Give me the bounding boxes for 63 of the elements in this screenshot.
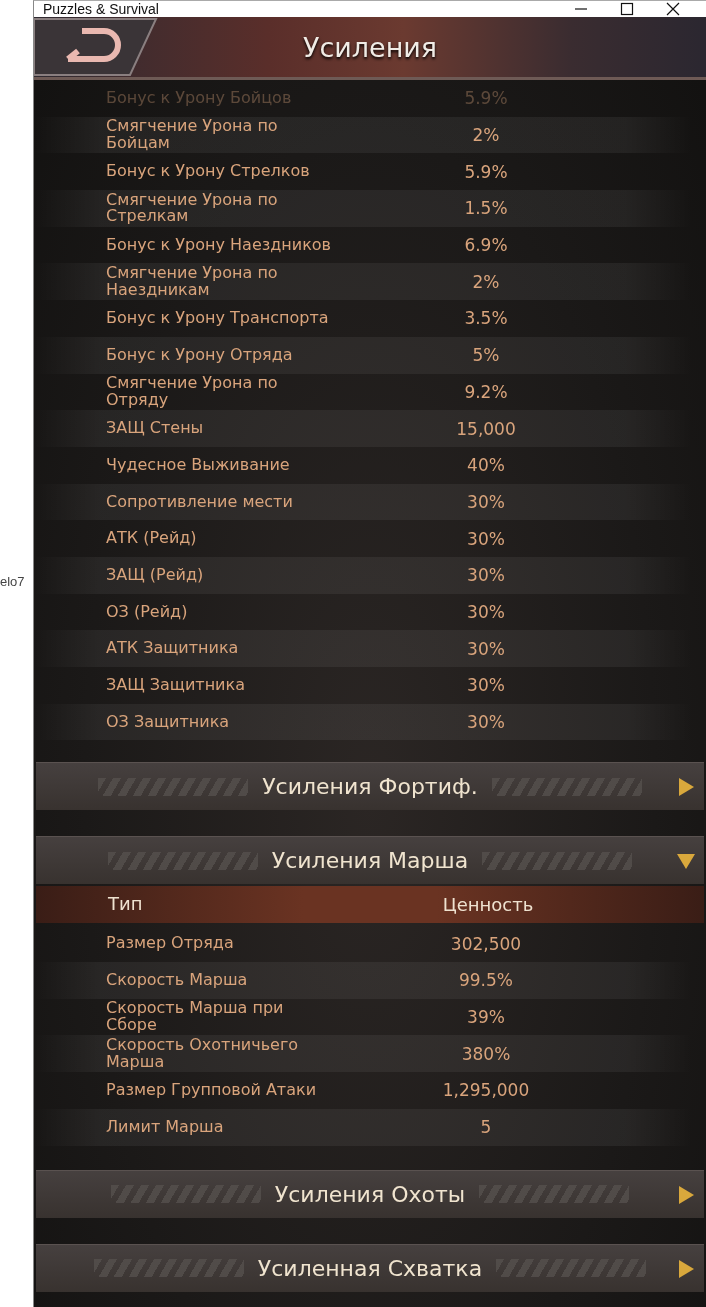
- maximize-icon[interactable]: [620, 2, 634, 16]
- stat-value: 3.5%: [463, 308, 509, 329]
- stat-value: 30%: [466, 528, 506, 549]
- stat-name: Бонус к Урону Наездников: [106, 236, 333, 254]
- stat-value: 39%: [466, 1007, 506, 1028]
- stat-name: Скорость Марша: [106, 972, 249, 989]
- triangle-right-icon[interactable]: [676, 1258, 696, 1279]
- stat-name: ОЗ Защитника: [106, 713, 231, 731]
- stat-name: Лимит Марша: [106, 1118, 225, 1136]
- section-header[interactable]: Усиленная Схватка: [36, 1243, 704, 1292]
- stat-name: Размер Групповой Атаки: [106, 1082, 318, 1099]
- stat-value: 302,500: [449, 933, 523, 954]
- stat-value: 30%: [466, 712, 506, 733]
- stat-name: Бонус к Урону Отряда: [106, 346, 294, 364]
- stat-name: Бонус к Урону Транспорта: [106, 310, 330, 327]
- stat-value: 1.5%: [463, 198, 509, 219]
- stat-name: Смягчение Урона по Бойцам: [106, 118, 279, 152]
- stat-value: 5.9%: [463, 161, 509, 182]
- stat-name: Смягчение Урона по Стрелкам: [106, 191, 279, 226]
- stat-name: ОЗ (Рейд): [106, 603, 189, 621]
- section-header[interactable]: Усиления Фортиф.: [36, 762, 704, 811]
- stat-name: Сопротивление мести: [106, 493, 294, 511]
- section-header[interactable]: Усиления Марша: [36, 836, 704, 885]
- page-title: Усиления: [302, 31, 438, 63]
- stat-value: 5%: [471, 345, 501, 366]
- section-header[interactable]: Усиления Охоты: [36, 1169, 704, 1218]
- stat-value: 2%: [471, 271, 501, 292]
- stat-name: Смягчение Урона по Отряду: [106, 375, 279, 409]
- stat-name: Скорость Марша при Сборе: [106, 1000, 285, 1034]
- triangle-right-icon[interactable]: [676, 777, 696, 798]
- stat-name: Чудесное Выживание: [106, 456, 291, 474]
- stat-name: ЗАЩ (Рейд): [106, 566, 205, 584]
- back-button[interactable]: [34, 17, 158, 79]
- stat-value: 5.9%: [463, 88, 509, 109]
- stat-value: 30%: [466, 638, 506, 659]
- stat-value: 6.9%: [463, 235, 509, 256]
- stat-value: 9.2%: [463, 381, 509, 402]
- stat-name: АТК Защитника: [106, 640, 240, 658]
- stat-value: 99.5%: [458, 970, 514, 991]
- stat-name: ЗАЩ Стены: [106, 420, 205, 437]
- stat-value: 2%: [471, 125, 501, 146]
- stat-name: Бонус к Урону Бойцов: [106, 89, 293, 107]
- triangle-right-icon[interactable]: [676, 1184, 696, 1205]
- stat-value: 380%: [460, 1043, 512, 1064]
- stat-value: 30%: [466, 675, 506, 696]
- stat-name: АТК (Рейд): [106, 530, 198, 547]
- close-icon[interactable]: [666, 2, 680, 16]
- column-header: Тип: [108, 895, 144, 915]
- stat-name: Бонус к Урону Стрелков: [106, 163, 311, 181]
- stat-value: 30%: [466, 601, 506, 622]
- stat-name: Размер Отряда: [106, 935, 235, 953]
- window-title: Puzzles & Survival: [43, 1, 159, 17]
- stat-name: Скорость Охотничьего Марша: [106, 1037, 300, 1071]
- stat-value: 15,000: [455, 418, 517, 439]
- column-header: Ценность: [441, 894, 535, 916]
- stat-value: 30%: [466, 491, 506, 512]
- stat-name: Смягчение Урона по Наездникам: [106, 265, 279, 299]
- stat-name: ЗАЩ Защитника: [106, 676, 246, 694]
- stat-value: 40%: [466, 455, 506, 476]
- stat-value: 1,295,000: [441, 1080, 531, 1101]
- stat-value: 5: [479, 1117, 493, 1138]
- side-text: elo7: [0, 574, 26, 589]
- stat-value: 30%: [466, 565, 506, 586]
